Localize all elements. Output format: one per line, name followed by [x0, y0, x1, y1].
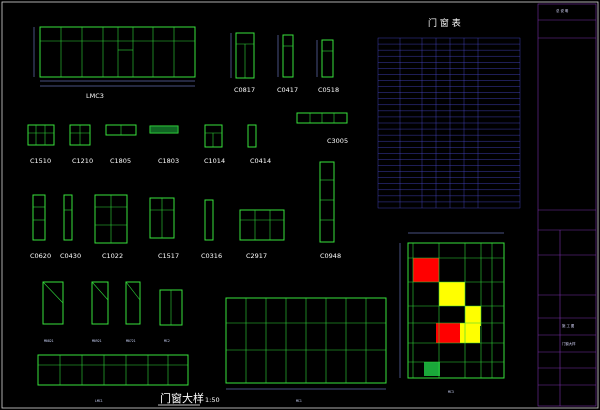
label-M0721: M0721 [126, 339, 136, 343]
label-C3005: C3005 [327, 137, 348, 145]
window-C0817 [230, 32, 255, 79]
label-C0518: C0518 [318, 86, 339, 94]
title-block-stamp: 施 工 图 [562, 323, 575, 328]
drawing-sheet: LMC3 C0817 C0417 C0518 C1510 C1210 C1805… [1, 1, 599, 409]
window-MC3 [399, 232, 505, 379]
window-C0316 [204, 199, 214, 241]
window-C1210 [69, 124, 91, 146]
window-C0414 [247, 124, 257, 148]
label-M0821: M0821 [44, 339, 54, 343]
window-C0417 [277, 34, 294, 78]
label-LMC3: LMC3 [86, 92, 104, 100]
window-C1803 [149, 125, 179, 134]
drawing-scale: 1:50 [205, 396, 220, 404]
label-C1022: C1022 [102, 252, 123, 260]
window-C1022 [94, 194, 128, 244]
label-C2917: C2917 [246, 252, 267, 260]
window-C2917 [239, 209, 285, 241]
window-C3005 [296, 112, 348, 124]
cad-canvas: LMC3 C0817 C0417 C0518 C1510 C1210 C1805… [0, 0, 600, 410]
label-C0817: C0817 [234, 86, 255, 94]
window-C0430 [63, 194, 73, 241]
window-C1510 [27, 124, 55, 146]
label-MC1: MC1 [296, 399, 302, 403]
door-M0821 [42, 281, 64, 325]
schedule-table [377, 37, 521, 209]
label-C0417: C0417 [277, 86, 298, 94]
label-C0430: C0430 [60, 252, 81, 260]
label-C1014: C1014 [204, 157, 225, 165]
window-C0948 [319, 161, 335, 243]
label-C0948: C0948 [320, 252, 341, 260]
label-C1210: C1210 [72, 157, 93, 165]
table-title: 门 窗 表 [428, 17, 461, 29]
drawing-title: 门窗大样 [160, 391, 204, 405]
window-C0518 [316, 39, 334, 78]
label-C0316: C0316 [201, 252, 222, 260]
door-MC1 [225, 297, 387, 390]
window-C1805 [105, 124, 137, 136]
window-C1517 [149, 197, 175, 239]
title-block-heading: 总 说 明 [556, 8, 569, 13]
label-C1510: C1510 [30, 157, 51, 165]
window-C1014 [204, 124, 223, 148]
label-MC2: MC2 [164, 339, 170, 343]
window-LMC3 [33, 26, 196, 87]
label-C1805: C1805 [110, 157, 131, 165]
label-M0921: M0921 [92, 339, 102, 343]
label-LMC1: LMC1 [95, 399, 103, 403]
door-MC2 [159, 289, 183, 326]
label-MC3: MC3 [448, 390, 454, 394]
window-C0620 [32, 194, 46, 241]
label-C0620: C0620 [30, 252, 51, 260]
label-C0414: C0414 [250, 157, 271, 165]
window-LMC1 [37, 354, 189, 386]
door-M0721 [125, 281, 141, 325]
label-C1517: C1517 [158, 252, 179, 260]
label-C1803: C1803 [158, 157, 179, 165]
door-M0921 [91, 281, 109, 325]
sheet-border [1, 1, 599, 409]
title-block-drawing-no: 门窗大样 [562, 341, 576, 346]
